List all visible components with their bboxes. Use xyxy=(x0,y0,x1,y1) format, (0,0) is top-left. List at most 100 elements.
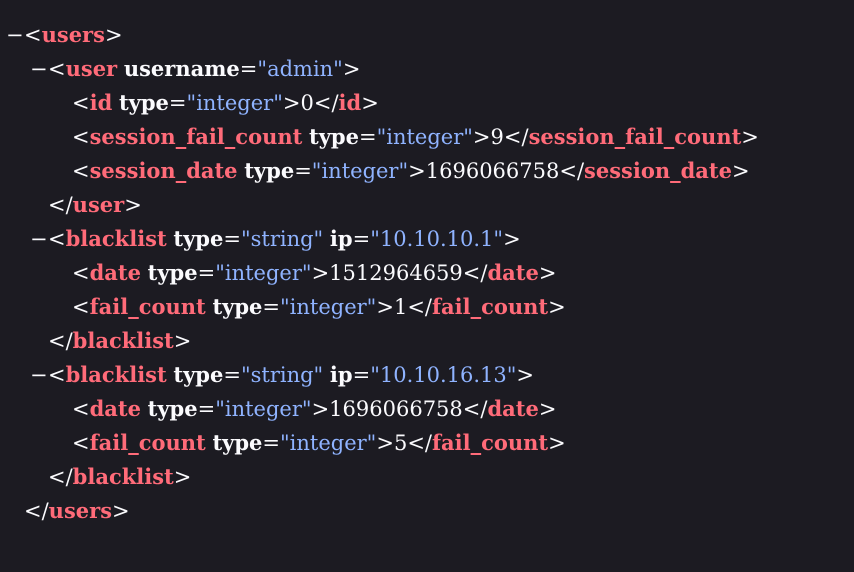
element-text: 1 xyxy=(393,295,408,319)
attribute-value: "integer" xyxy=(280,431,377,455)
xml-line-blacklist: </blacklist> xyxy=(48,324,191,358)
collapse-toggle-icon[interactable]: − xyxy=(30,358,48,392)
xml-viewer: −<users> −<user username="admin"> <id type… xyxy=(0,0,854,572)
xml-line-users: </users> xyxy=(24,494,130,528)
tag-name: date xyxy=(89,396,141,421)
equals-sign: = xyxy=(358,125,377,149)
xml-line-date: <date type="integer">1512964659</date> xyxy=(72,256,556,290)
equals-sign: = xyxy=(223,363,241,387)
equals-sign: = xyxy=(197,397,216,421)
attribute-name: type xyxy=(212,430,263,455)
tag-bracket: > xyxy=(538,261,557,285)
tag-bracket: > xyxy=(282,91,301,115)
attribute-value: "10.10.16.13" xyxy=(370,363,517,387)
tag-name: date xyxy=(89,260,141,285)
attribute-value: "integer" xyxy=(215,261,312,285)
tag-bracket: > xyxy=(104,23,123,47)
tag-bracket: < xyxy=(72,295,90,319)
closing-tag-name: fail_count xyxy=(432,294,549,319)
tag-bracket: < xyxy=(24,23,42,47)
tag-bracket: > xyxy=(112,499,130,523)
tag-bracket: </ xyxy=(48,329,73,353)
tag-bracket: > xyxy=(503,227,521,251)
tag-name: id xyxy=(89,90,113,115)
tag-name: session_date xyxy=(89,158,238,183)
tag-bracket: < xyxy=(48,227,66,251)
attribute-value: "string" xyxy=(240,363,324,387)
tag-bracket: </ xyxy=(48,193,73,217)
tag-bracket: </ xyxy=(313,91,339,115)
tag-bracket: < xyxy=(72,431,90,455)
closing-tag-name: users xyxy=(48,498,113,523)
closing-tag-name: session_date xyxy=(584,158,732,183)
equals-sign: = xyxy=(223,227,241,251)
element-text: 5 xyxy=(393,431,408,455)
equals-sign: = xyxy=(352,363,371,387)
closing-tag-name: blacklist xyxy=(72,328,174,353)
tag-name: session_fail_count xyxy=(89,124,303,149)
collapse-toggle-icon[interactable]: − xyxy=(30,222,48,256)
tag-bracket: > xyxy=(516,363,535,387)
tag-name: fail_count xyxy=(89,430,206,455)
closing-tag-name: date xyxy=(487,396,539,421)
collapse-toggle-icon[interactable]: − xyxy=(6,18,24,52)
attribute-name: ip xyxy=(329,362,353,387)
tag-bracket: < xyxy=(72,91,90,115)
xml-line-fail_count: <fail_count type="integer">5</fail_count… xyxy=(72,426,566,460)
tag-bracket: </ xyxy=(48,465,73,489)
tag-name: users xyxy=(41,22,105,47)
attribute-value: "integer" xyxy=(186,91,283,115)
tag-bracket: > xyxy=(173,329,192,353)
closing-tag-name: fail_count xyxy=(432,430,549,455)
tag-bracket: > xyxy=(376,295,394,319)
element-text: 9 xyxy=(490,125,504,149)
tag-bracket: </ xyxy=(462,261,488,285)
tag-bracket: > xyxy=(731,159,750,183)
equals-sign: = xyxy=(352,227,371,251)
xml-line-id: <id type="integer">0</id> xyxy=(72,86,379,120)
attribute-value: "integer" xyxy=(311,159,409,183)
element-text: 1696066758 xyxy=(425,159,560,183)
element-text: 0 xyxy=(300,91,314,115)
tag-bracket: > xyxy=(124,193,142,217)
tag-bracket: </ xyxy=(462,397,488,421)
equals-sign: = xyxy=(262,431,280,455)
tag-bracket: > xyxy=(548,295,566,319)
tag-bracket: > xyxy=(472,125,491,149)
attribute-name: type xyxy=(173,362,224,387)
attribute-name: ip xyxy=(329,226,353,251)
tag-bracket: < xyxy=(72,397,90,421)
tag-bracket: > xyxy=(342,57,361,81)
xml-line-session_fail_count: <session_fail_count type="integer">9</se… xyxy=(72,120,759,154)
tag-bracket: > xyxy=(311,261,330,285)
xml-line-blacklist: </blacklist> xyxy=(48,460,191,494)
tag-bracket: </ xyxy=(407,431,432,455)
closing-tag-name: session_fail_count xyxy=(528,124,742,149)
xml-line-blacklist: −<blacklist type="string" ip="10.10.16.1… xyxy=(30,358,534,392)
xml-line-blacklist: −<blacklist type="string" ip="10.10.10.1… xyxy=(30,222,521,256)
xml-line-fail_count: <fail_count type="integer">1</fail_count… xyxy=(72,290,566,324)
tag-bracket: > xyxy=(741,125,759,149)
element-text: 1512964659 xyxy=(329,261,463,285)
tag-bracket: < xyxy=(48,363,66,387)
tag-bracket: > xyxy=(548,431,566,455)
element-text: 1696066758 xyxy=(329,397,463,421)
attribute-name: type xyxy=(147,260,198,285)
attribute-value: "admin" xyxy=(257,57,343,81)
closing-tag-name: user xyxy=(72,192,125,217)
attribute-name: type xyxy=(118,90,169,115)
tag-bracket: > xyxy=(408,159,426,183)
tag-bracket: < xyxy=(48,57,66,81)
closing-tag-name: date xyxy=(487,260,539,285)
closing-tag-name: blacklist xyxy=(72,464,174,489)
xml-line-session_date: <session_date type="integer">1696066758<… xyxy=(72,154,750,188)
tag-bracket: > xyxy=(173,465,192,489)
tag-bracket: > xyxy=(376,431,394,455)
attribute-value: "integer" xyxy=(376,125,473,149)
xml-line-user: −<user username="admin"> xyxy=(30,52,360,86)
tag-bracket: > xyxy=(538,397,557,421)
xml-line-date: <date type="integer">1696066758</date> xyxy=(72,392,556,426)
xml-line-user: </user> xyxy=(48,188,142,222)
collapse-toggle-icon[interactable]: − xyxy=(30,52,48,86)
tag-bracket: < xyxy=(72,159,90,183)
